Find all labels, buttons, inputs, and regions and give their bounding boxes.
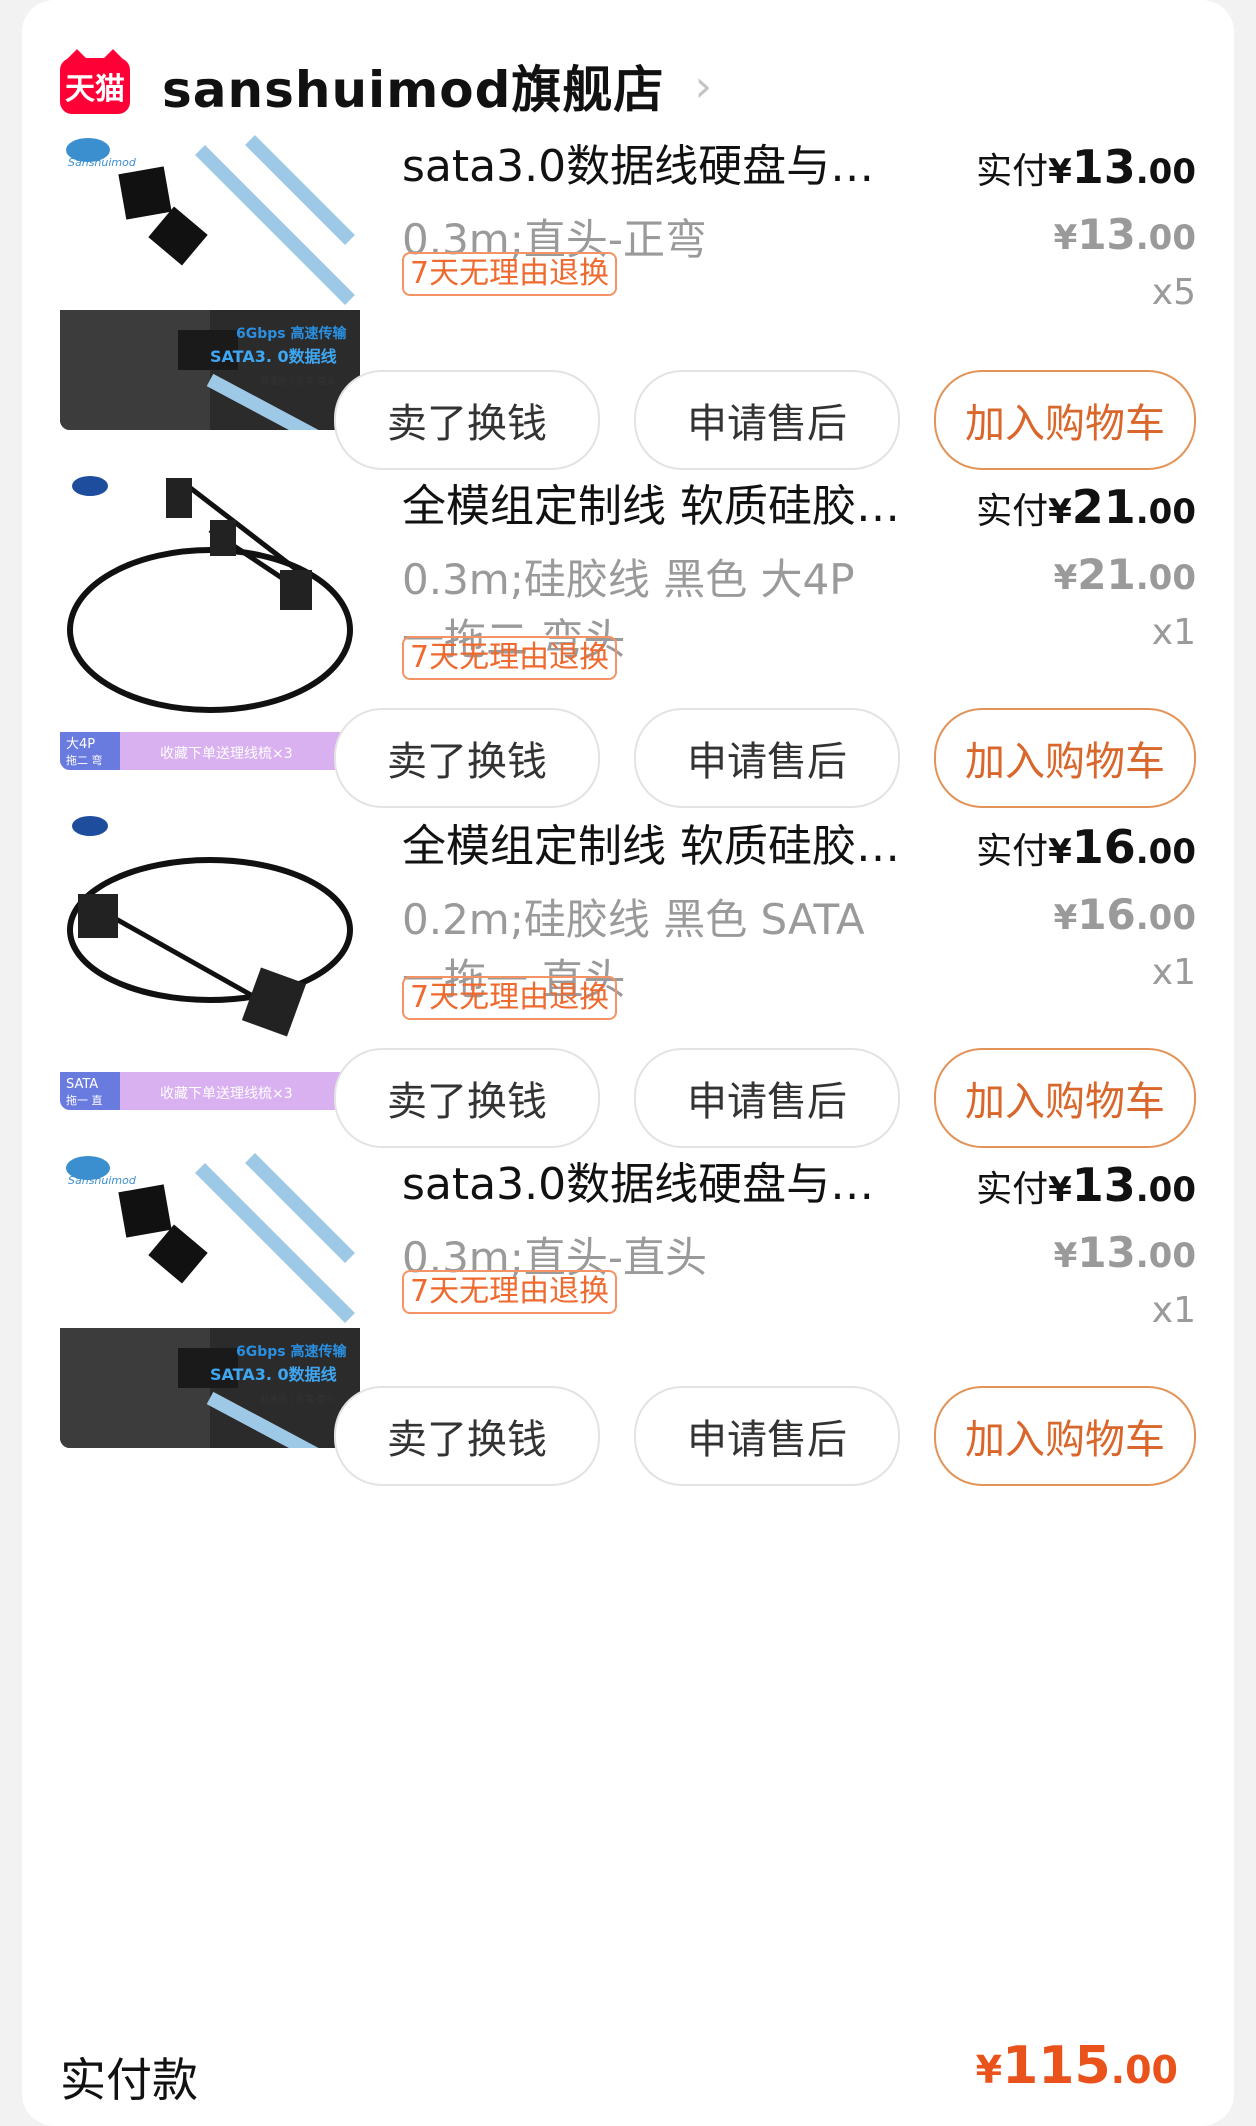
- svg-text:6Gbps 高速传输: 6Gbps 高速传输: [236, 325, 347, 342]
- product-thumbnail[interactable]: Sanshuimod 6Gbps 高速传输 SATA3. 0数据线 双通道 | …: [60, 130, 360, 430]
- tmall-logo: 天猫: [60, 58, 130, 114]
- product-title[interactable]: sata3.0数据线硬盘与…: [402, 130, 962, 194]
- sell-button[interactable]: 卖了换钱: [334, 1386, 600, 1486]
- svg-text:大4P: 大4P: [66, 737, 95, 752]
- paid-price: 实付¥13.00: [976, 140, 1196, 194]
- order-card: 天猫 sanshuimod旗舰店 › Sanshuimod 6Gbps 高速传输…: [22, 0, 1234, 2126]
- svg-text:拖一 直: 拖一 直: [66, 1093, 103, 1107]
- add-to-cart-button[interactable]: 加入购物车: [934, 370, 1196, 470]
- svg-text:收藏下单送理线梳×3: 收藏下单送理线梳×3: [160, 746, 293, 762]
- product-thumbnail[interactable]: Sanshuimod 6Gbps 高速传输 SATA3. 0数据线 双通道 | …: [60, 1148, 360, 1448]
- paid-price: 实付¥21.00: [976, 480, 1196, 534]
- product-thumbnail[interactable]: 大4P 拖二 弯 收藏下单送理线梳×3: [60, 470, 360, 770]
- quantity: x1: [1151, 952, 1196, 993]
- after-sale-button[interactable]: 申请售后: [634, 708, 900, 808]
- sata-power-cable-image: SATA 拖一 直 收藏下单送理线梳×3: [60, 810, 360, 1110]
- after-sale-button[interactable]: 申请售后: [634, 1386, 900, 1486]
- svg-text:SATA3. 0数据线: SATA3. 0数据线: [210, 347, 337, 366]
- quantity: x1: [1151, 1290, 1196, 1331]
- unit-price: ¥13.00: [1053, 210, 1196, 259]
- thumb-brand: Sanshuimod: [68, 156, 137, 169]
- svg-text:Sanshuimod: Sanshuimod: [68, 1174, 137, 1187]
- product-title[interactable]: sata3.0数据线硬盘与…: [402, 1148, 962, 1212]
- svg-text:SATA3. 0数据线: SATA3. 0数据线: [210, 1365, 337, 1384]
- svg-text:双通道 | 反弯-直头: 双通道 | 反弯-直头: [260, 1393, 335, 1405]
- after-sale-button[interactable]: 申请售后: [634, 370, 900, 470]
- sell-button[interactable]: 卖了换钱: [334, 370, 600, 470]
- svg-text:拖二 弯: 拖二 弯: [66, 753, 103, 767]
- svg-text:6Gbps 高速传输: 6Gbps 高速传输: [236, 1343, 347, 1360]
- add-to-cart-button[interactable]: 加入购物车: [934, 708, 1196, 808]
- power-cable-image: 大4P 拖二 弯 收藏下单送理线梳×3: [60, 470, 360, 770]
- svg-text:收藏下单送理线梳×3: 收藏下单送理线梳×3: [160, 1086, 293, 1102]
- paid-price: 实付¥13.00: [976, 1158, 1196, 1212]
- sell-button[interactable]: 卖了换钱: [334, 708, 600, 808]
- product-title[interactable]: 全模组定制线 软质硅胶…: [402, 470, 962, 534]
- return-policy-tag: 7天无理由退换: [402, 1270, 618, 1314]
- sata-cable-image: Sanshuimod 6Gbps 高速传输 SATA3. 0数据线 双通道 | …: [60, 1148, 360, 1448]
- add-to-cart-button[interactable]: 加入购物车: [934, 1048, 1196, 1148]
- return-policy-tag: 7天无理由退换: [402, 636, 618, 680]
- add-to-cart-button[interactable]: 加入购物车: [934, 1386, 1196, 1486]
- sell-button[interactable]: 卖了换钱: [334, 1048, 600, 1148]
- unit-price: ¥16.00: [1053, 890, 1196, 939]
- return-policy-tag: 7天无理由退换: [402, 252, 618, 296]
- quantity: x1: [1151, 612, 1196, 653]
- shop-name[interactable]: sanshuimod旗舰店: [162, 50, 664, 122]
- unit-price: ¥21.00: [1053, 550, 1196, 599]
- product-title[interactable]: 全模组定制线 软质硅胶…: [402, 810, 962, 874]
- svg-text:双通道 | 反弯-直头: 双通道 | 反弯-直头: [260, 375, 335, 387]
- unit-price: ¥13.00: [1053, 1228, 1196, 1277]
- paid-price: 实付¥16.00: [976, 820, 1196, 874]
- return-policy-tag: 7天无理由退换: [402, 976, 618, 1020]
- product-thumbnail[interactable]: SATA 拖一 直 收藏下单送理线梳×3: [60, 810, 360, 1110]
- total-amount: ¥115.00: [975, 2036, 1178, 2096]
- quantity: x5: [1151, 272, 1196, 313]
- shop-header[interactable]: 天猫 sanshuimod旗舰店 ›: [60, 58, 712, 119]
- order-item[interactable]: Sanshuimod 6Gbps 高速传输 SATA3. 0数据线 双通道 | …: [22, 1148, 1234, 1608]
- sata-cable-image: Sanshuimod 6Gbps 高速传输 SATA3. 0数据线 双通道 | …: [60, 130, 360, 430]
- svg-text:SATA: SATA: [66, 1077, 98, 1092]
- after-sale-button[interactable]: 申请售后: [634, 1048, 900, 1148]
- chevron-right-icon[interactable]: ›: [694, 61, 712, 112]
- total-label: 实付款: [60, 2053, 198, 2107]
